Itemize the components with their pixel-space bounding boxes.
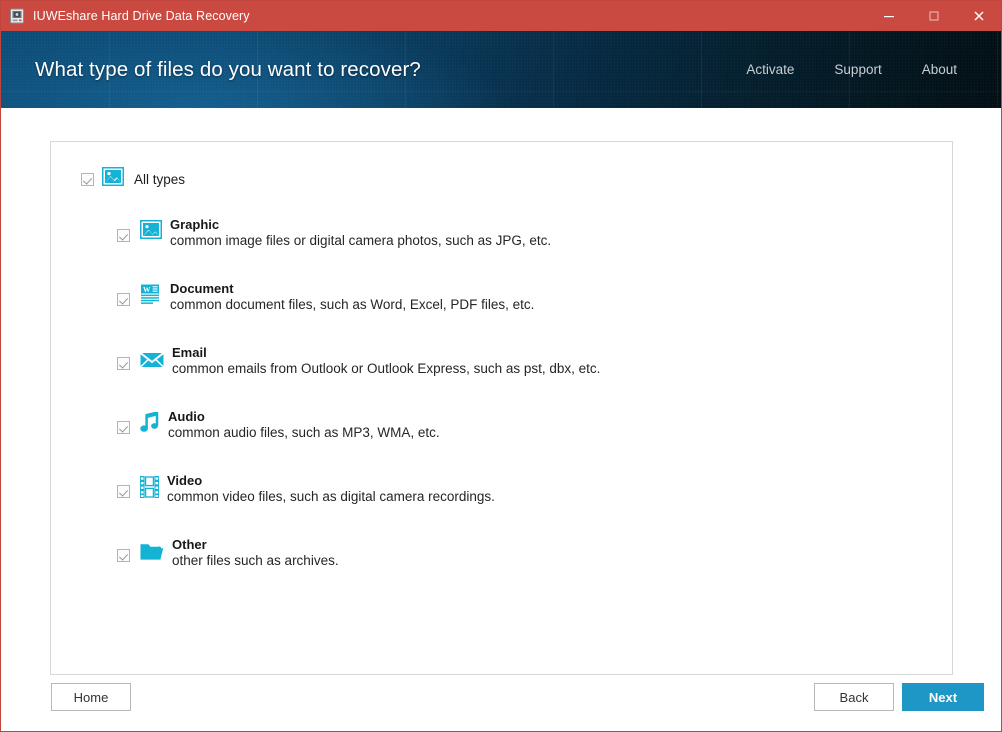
audio-checkbox[interactable] (117, 421, 130, 435)
type-row-graphic[interactable]: Graphic common image files or digital ca… (117, 218, 932, 282)
back-button[interactable]: Back (814, 683, 894, 711)
type-description: other files such as archives. (172, 553, 339, 568)
type-row-other[interactable]: Other other files such as archives. (117, 538, 932, 602)
svg-text:W: W (143, 285, 151, 294)
other-checkbox[interactable] (117, 549, 130, 563)
minimize-icon (883, 16, 894, 18)
footer-bar: Home Back Next (1, 675, 1001, 731)
minimize-button[interactable] (866, 1, 911, 31)
file-types-panel: All types Graphic common image files or … (50, 141, 953, 675)
music-note-icon (140, 410, 160, 438)
video-checkbox[interactable] (117, 485, 130, 499)
type-description: common emails from Outlook or Outlook Ex… (172, 361, 601, 376)
document-checkbox[interactable] (117, 293, 130, 307)
all-types-label: All types (134, 171, 186, 187)
type-name: Email (172, 345, 207, 360)
envelope-icon (139, 346, 165, 374)
close-button[interactable] (956, 1, 1001, 31)
next-button[interactable]: Next (902, 683, 984, 711)
picture-icon (139, 218, 163, 244)
close-icon (974, 11, 983, 21)
type-description: common audio files, such as MP3, WMA, et… (168, 425, 440, 440)
picture-icon (101, 166, 125, 191)
page-title: What type of files do you want to recove… (35, 57, 421, 81)
header-nav: Activate Support About (726, 31, 977, 108)
application-window: IUWEshare Hard Drive Data Recovery What … (0, 0, 1002, 732)
nav-link-support[interactable]: Support (814, 58, 901, 81)
type-name: Graphic (170, 217, 220, 232)
type-description: common document files, such as Word, Exc… (170, 297, 535, 312)
folder-icon (140, 538, 164, 566)
email-checkbox[interactable] (117, 357, 130, 371)
type-name: Video (167, 473, 203, 488)
all-types-checkbox[interactable] (81, 172, 94, 186)
document-icon: W (140, 282, 162, 310)
type-row-video[interactable]: Video common video files, such as digita… (117, 474, 932, 538)
type-description: common video files, such as digital came… (167, 489, 495, 504)
window-title: IUWEshare Hard Drive Data Recovery (33, 9, 250, 23)
title-bar: IUWEshare Hard Drive Data Recovery (1, 1, 1001, 31)
all-types-row[interactable]: All types (81, 166, 186, 191)
type-row-email[interactable]: Email common emails from Outlook or Outl… (117, 346, 932, 410)
graphic-checkbox[interactable] (117, 229, 130, 243)
type-name: Other (172, 537, 207, 552)
type-row-document[interactable]: W Document common document files, such a… (117, 282, 932, 346)
type-name: Audio (168, 409, 205, 424)
maximize-button[interactable] (911, 1, 956, 31)
home-button[interactable]: Home (51, 683, 131, 711)
type-row-audio[interactable]: Audio common audio files, such as MP3, W… (117, 410, 932, 474)
window-controls (866, 1, 1001, 31)
hard-drive-icon (9, 8, 25, 24)
content-area: All types Graphic common image files or … (1, 108, 1001, 731)
type-name: Document (170, 281, 234, 296)
nav-link-about[interactable]: About (902, 58, 977, 81)
film-strip-icon (140, 474, 159, 503)
maximize-icon (928, 11, 939, 21)
header-banner: What type of files do you want to recove… (1, 31, 1001, 108)
type-description: common image files or digital camera pho… (170, 233, 552, 248)
file-types-list: Graphic common image files or digital ca… (117, 218, 932, 602)
nav-link-activate[interactable]: Activate (726, 58, 814, 81)
